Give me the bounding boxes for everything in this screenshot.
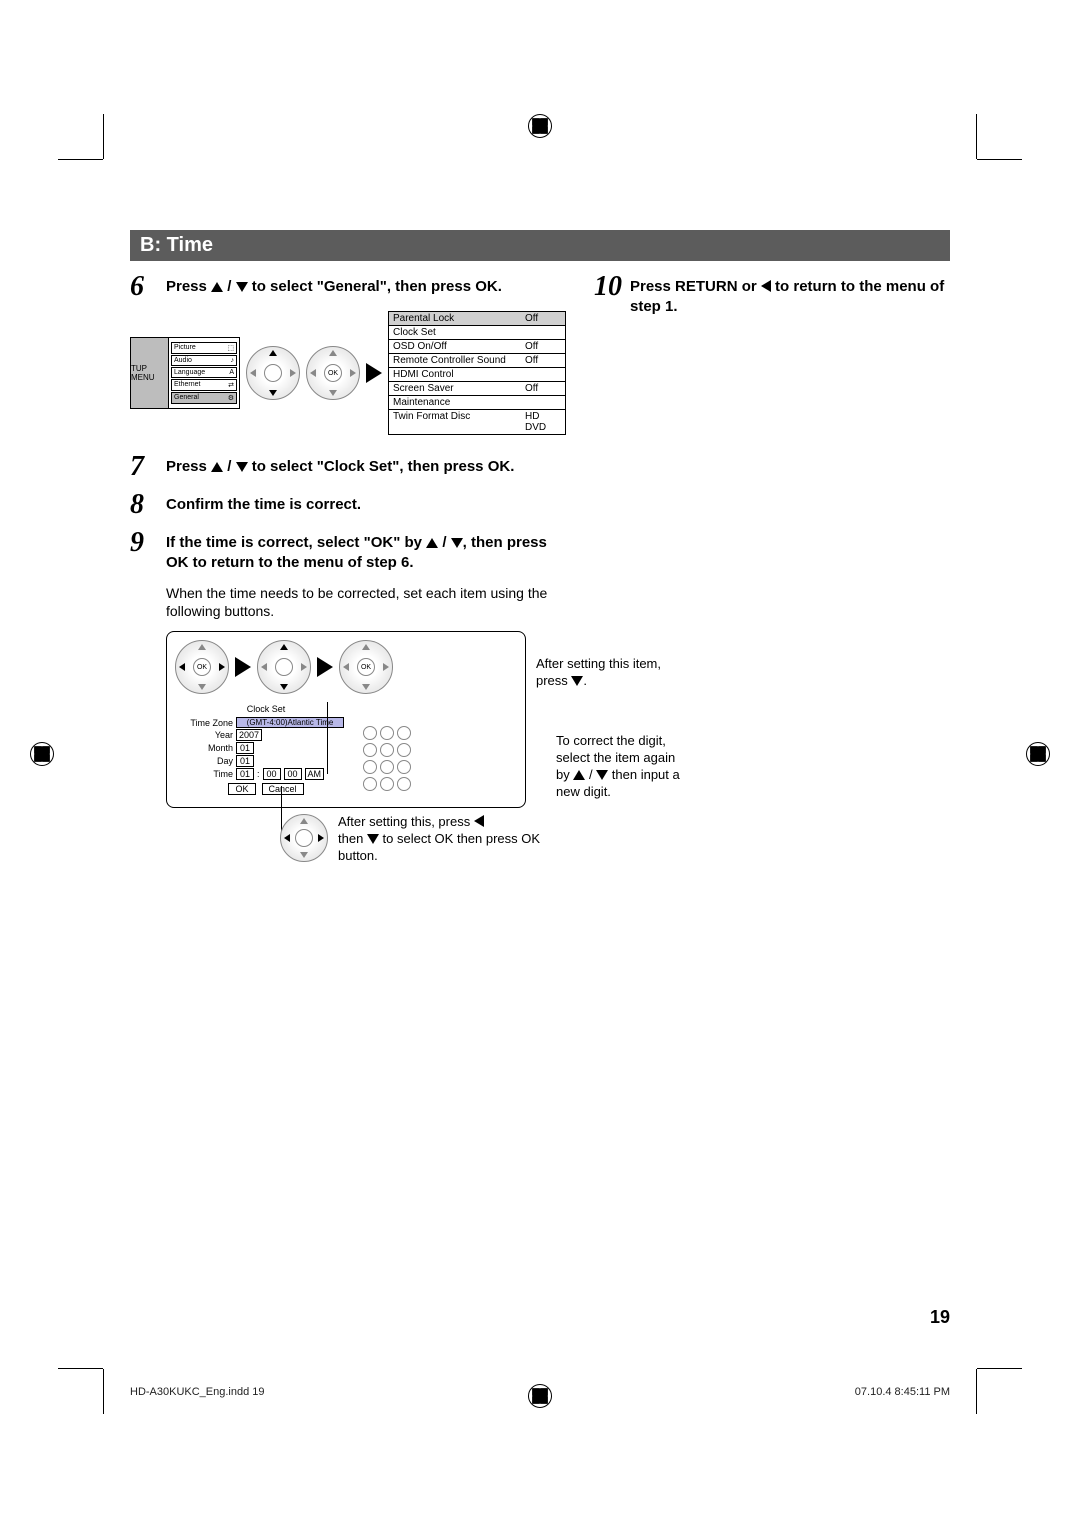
step-9: 9 If the time is correct, select "OK" by… xyxy=(130,529,566,574)
footer-filename: HD-A30KUKC_Eng.indd 19 xyxy=(130,1386,265,1398)
registration-mark-top xyxy=(528,114,552,138)
arrow-right-icon xyxy=(317,657,333,677)
table-row: Screen SaverOff xyxy=(389,382,565,396)
table-row: Parental LockOff xyxy=(389,312,565,326)
settings-table: Parental LockOff Clock Set OSD On/OffOff… xyxy=(388,311,566,435)
registration-mark-right xyxy=(1026,742,1050,766)
step-6: 6 Press / to select "General", then pres… xyxy=(130,273,566,301)
menu-item: Picture⬚ xyxy=(171,342,237,354)
month-value: 01 xyxy=(236,742,254,754)
left-icon xyxy=(761,280,771,292)
menu-item-selected: General⚙ xyxy=(171,392,237,404)
down-icon xyxy=(236,282,248,292)
registration-mark-bottom xyxy=(528,1384,552,1408)
footer-timestamp: 07.10.4 8:45:11 PM xyxy=(855,1386,950,1398)
up-icon xyxy=(211,282,223,292)
table-row: Twin Format DiscHD DVD xyxy=(389,410,565,434)
table-row: Maintenance xyxy=(389,396,565,410)
step-text: Press RETURN or to return to the menu of… xyxy=(630,273,950,318)
clock-diagram-frame: OK OK xyxy=(166,631,526,808)
down-icon xyxy=(236,462,248,472)
step-7: 7 Press / to select "Clock Set", then pr… xyxy=(130,453,566,481)
step-text: Press / to select "Clock Set", then pres… xyxy=(166,453,514,477)
step-number: 7 xyxy=(130,453,166,481)
table-row: HDMI Control xyxy=(389,368,565,382)
down-icon xyxy=(571,676,583,686)
arrow-right-icon xyxy=(235,657,251,677)
step-text: If the time is correct, select "OK" by /… xyxy=(166,529,566,574)
correct-digit-note: To correct the digit, select the item ag… xyxy=(556,733,706,801)
table-row: OSD On/OffOff xyxy=(389,340,565,354)
left-icon xyxy=(474,815,484,827)
dpad-icon xyxy=(246,346,300,400)
up-icon xyxy=(211,462,223,472)
after-setting-this-note: After setting this, press then to select… xyxy=(338,814,566,865)
down-icon xyxy=(451,538,463,548)
step-text: Press / to select "General", then press … xyxy=(166,273,502,297)
dpad-ok-icon: OK xyxy=(306,346,360,400)
dpad-icon: OK xyxy=(175,640,229,694)
step-number: 10 xyxy=(594,273,630,301)
registration-mark-left xyxy=(30,742,54,766)
dpad-icon xyxy=(280,814,328,862)
body-text: When the time needs to be corrected, set… xyxy=(166,584,566,622)
step-number: 9 xyxy=(130,529,166,557)
step-number: 6 xyxy=(130,273,166,301)
menu-item: LanguageA xyxy=(171,367,237,378)
menu-item: Audio♪ xyxy=(171,355,237,366)
cancel-button: Cancel xyxy=(262,783,304,795)
table-row: Clock Set xyxy=(389,326,565,340)
clock-set-panel: Clock Set Time Zone(GMT-4:00)Atlantic Ti… xyxy=(175,700,357,799)
arrow-right-icon xyxy=(366,363,382,383)
dpad-icon xyxy=(257,640,311,694)
setup-menu-label: TUP MENU xyxy=(131,338,169,408)
numpad-icon xyxy=(363,726,411,791)
step-8: 8 Confirm the time is correct. xyxy=(130,491,566,519)
step-number: 8 xyxy=(130,491,166,519)
down-icon xyxy=(596,770,608,780)
year-value: 2007 xyxy=(236,729,262,741)
after-setting-item-note: After setting this item, press . xyxy=(536,656,686,690)
dpad-ok-icon: OK xyxy=(339,640,393,694)
section-header: B: Time xyxy=(130,230,950,261)
step-10: 10 Press RETURN or to return to the menu… xyxy=(594,273,950,318)
ok-button: OK xyxy=(228,783,255,795)
page-number: 19 xyxy=(930,1307,950,1328)
menu-item: Ethernet⇄ xyxy=(171,379,237,391)
down-icon xyxy=(367,834,379,844)
setup-menu-panel: TUP MENU Picture⬚ Audio♪ LanguageA Ether… xyxy=(130,337,240,409)
step-text: Confirm the time is correct. xyxy=(166,491,361,515)
up-icon xyxy=(573,770,585,780)
day-value: 01 xyxy=(236,755,254,767)
table-row: Remote Controller SoundOff xyxy=(389,354,565,368)
remote-setup-diagram: TUP MENU Picture⬚ Audio♪ LanguageA Ether… xyxy=(130,311,566,435)
up-icon xyxy=(426,538,438,548)
